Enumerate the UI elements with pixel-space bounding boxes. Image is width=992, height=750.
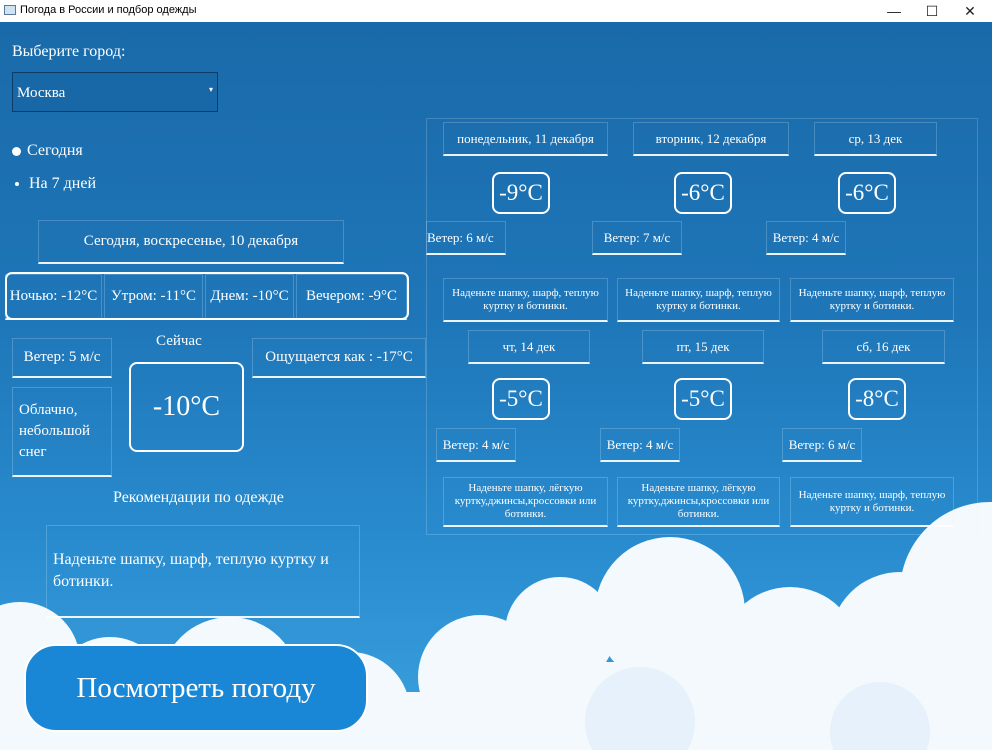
morning-temp: Утром: -11°C: [104, 274, 203, 320]
app-icon: [4, 5, 16, 15]
today-date: Сегодня, воскресенье, 10 декабря: [38, 220, 344, 264]
forecast-day-4-rec: Наденьте шапку, лёгкую куртку,джинсы,кро…: [443, 477, 608, 527]
title-bar: Погода в России и подбор одежды — ☐ ✕: [0, 0, 992, 22]
chevron-down-icon: ▾: [208, 85, 213, 94]
now-label: Сейчас: [156, 333, 202, 349]
forecast-day-2-wind: Ветер: 7 м/с: [592, 221, 682, 255]
city-label: Выберите город:: [12, 43, 126, 60]
forecast-day-1-temp: -9°C: [492, 172, 550, 214]
forecast-day-4-temp: -5°C: [492, 378, 550, 420]
night-temp: Ночью: -12°C: [5, 274, 102, 320]
city-selected-value: Москва: [17, 85, 66, 101]
now-temp: -10°C: [129, 362, 244, 452]
window-title: Погода в России и подбор одежды: [20, 4, 197, 16]
minimize-button[interactable]: —: [876, 0, 912, 22]
forecast-day-5-temp: -5°C: [674, 378, 732, 420]
forecast-day-1-rec: Наденьте шапку, шарф, теплую куртку и бо…: [443, 278, 608, 322]
today-wind: Ветер: 5 м/с: [12, 338, 112, 378]
forecast-day-6-rec: Наденьте шапку, шарф, теплую куртку и бо…: [790, 477, 954, 527]
forecast-day-3-wind: Ветер: 4 м/с: [766, 221, 846, 255]
forecast-day-4-wind: Ветер: 4 м/с: [436, 428, 516, 462]
view-weather-button[interactable]: Посмотреть погоду: [24, 644, 368, 732]
radio-selected-icon: [12, 146, 21, 156]
radio-unselected-icon: [15, 182, 19, 186]
radio-week[interactable]: На 7 дней: [12, 175, 96, 193]
forecast-day-6-date: сб, 16 дек: [822, 330, 945, 364]
weather-condition: Облачно, небольшой снег: [12, 387, 112, 477]
close-button[interactable]: ✕: [952, 0, 988, 22]
forecast-day-1-wind: Ветер: 6 м/с: [426, 221, 506, 255]
city-select[interactable]: Москва ▾: [12, 72, 218, 112]
recommendation-title: Рекомендации по одежде: [113, 489, 284, 506]
radio-today[interactable]: Сегодня: [12, 142, 83, 160]
forecast-day-2-temp: -6°C: [674, 172, 732, 214]
forecast-day-4-date: чт, 14 дек: [468, 330, 590, 364]
forecast-day-3-temp: -6°C: [838, 172, 896, 214]
day-temp: Днем: -10°C: [205, 274, 294, 320]
forecast-day-2-date: вторник, 12 декабря: [633, 122, 789, 156]
forecast-day-5-wind: Ветер: 4 м/с: [600, 428, 680, 462]
recommendation-text: Наденьте шапку, шарф, теплую куртку и бо…: [46, 525, 360, 618]
forecast-day-5-date: пт, 15 дек: [642, 330, 764, 364]
forecast-day-3-rec: Наденьте шапку, шарф, теплую куртку и бо…: [790, 278, 954, 322]
forecast-day-6-wind: Ветер: 6 м/с: [782, 428, 862, 462]
evening-temp: Вечером: -9°C: [296, 274, 407, 320]
feels-like: Ощущается как : -17°C: [252, 338, 426, 378]
forecast-day-2-rec: Наденьте шапку, шарф, теплую куртку и бо…: [617, 278, 780, 322]
forecast-day-3-date: ср, 13 дек: [814, 122, 937, 156]
forecast-day-5-rec: Наденьте шапку, лёгкую куртку,джинсы,кро…: [617, 477, 780, 527]
forecast-day-1-date: понедельник, 11 декабря: [443, 122, 608, 156]
maximize-button[interactable]: ☐: [914, 0, 950, 22]
forecast-day-6-temp: -8°C: [848, 378, 906, 420]
radio-week-label: На 7 дней: [29, 175, 97, 192]
radio-today-label: Сегодня: [27, 142, 83, 159]
main-area: Выберите город: Москва ▾ Сегодня На 7 дн…: [0, 22, 992, 750]
